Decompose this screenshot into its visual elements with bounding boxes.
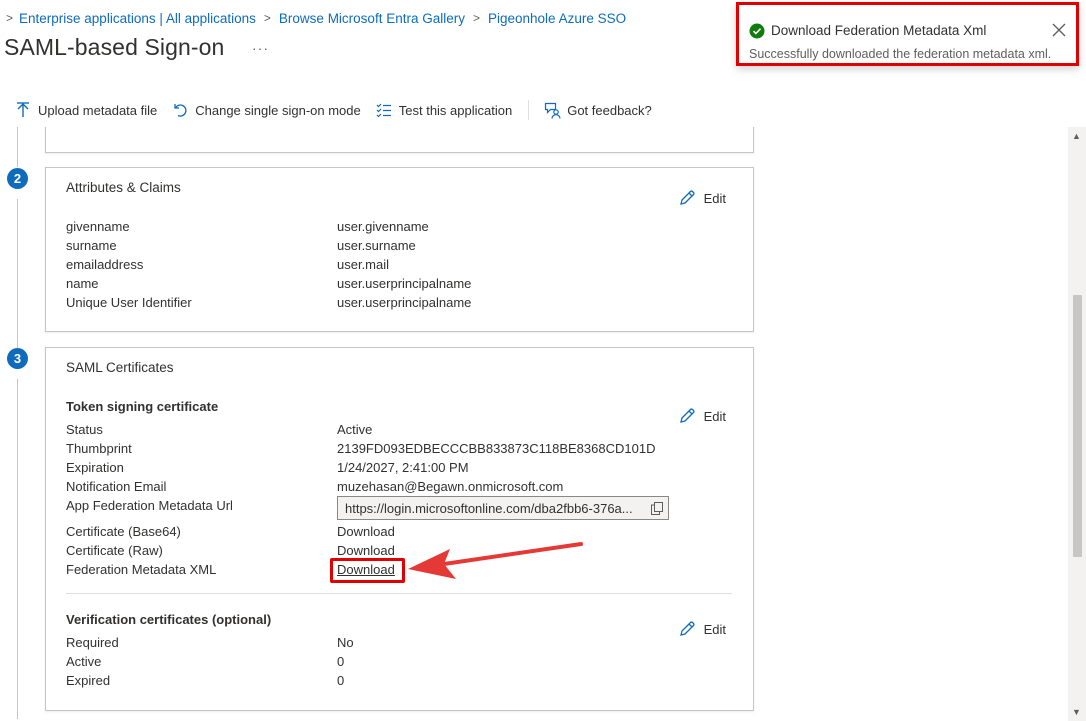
breadcrumb-app[interactable]: Pigeonhole Azure SSO — [488, 11, 626, 26]
active-label: Active — [66, 654, 102, 669]
download-highlight-box — [330, 558, 405, 583]
pencil-icon — [679, 190, 695, 205]
attributes-claims-card: Attributes & Claims Edit givenname user.… — [45, 167, 754, 332]
test-application-label: Test this application — [398, 102, 513, 118]
change-sso-mode-button[interactable]: Change single sign-on mode — [171, 101, 361, 119]
main-content: 2 Attributes & Claims Edit givenname use… — [0, 127, 1066, 721]
expiration-label: Expiration — [66, 460, 124, 475]
step-number-2: 2 — [7, 168, 28, 189]
scroll-up-icon[interactable]: ▲ — [1072, 131, 1081, 141]
upload-icon — [14, 101, 32, 119]
verification-heading: Verification certificates (optional) — [66, 612, 272, 627]
toolbar-divider — [528, 100, 530, 120]
annotation-arrow — [408, 542, 583, 579]
token-signing-edit-button[interactable]: Edit — [678, 407, 726, 425]
claim-label: givenname — [66, 219, 130, 234]
feedback-icon — [543, 101, 561, 119]
feedback-button[interactable]: Got feedback? — [543, 101, 652, 119]
expired-label: Expired — [66, 673, 111, 688]
test-application-button[interactable]: Test this application — [375, 101, 512, 119]
chevron-right-icon: > — [263, 11, 271, 25]
cert-raw-label: Certificate (Raw) — [66, 543, 163, 558]
section-divider — [66, 593, 732, 594]
expired-value: 0 — [337, 673, 345, 688]
pencil-icon — [679, 621, 695, 636]
checklist-icon — [375, 101, 393, 119]
token-signing-heading: Token signing certificate — [66, 399, 219, 414]
scrollbar-thumb[interactable] — [1073, 295, 1082, 557]
command-bar: Upload metadata file Change single sign-… — [0, 96, 666, 124]
breadcrumb-enterprise-apps[interactable]: Enterprise applications | All applicatio… — [19, 11, 256, 26]
claim-label: Unique User Identifier — [66, 295, 192, 310]
breadcrumb-entra-gallery[interactable]: Browse Microsoft Entra Gallery — [279, 11, 465, 26]
cert-raw-download-link[interactable]: Download — [337, 543, 395, 558]
required-label: Required — [66, 635, 119, 650]
vertical-scrollbar[interactable]: ▲ ▼ — [1068, 127, 1086, 721]
required-value: No — [337, 635, 354, 650]
breadcrumb: > Enterprise applications | All applicat… — [6, 8, 626, 28]
pencil-icon — [679, 408, 695, 423]
step-number-3: 3 — [7, 348, 28, 369]
federation-xml-label: Federation Metadata XML — [66, 562, 217, 577]
undo-icon — [171, 101, 189, 119]
step-connector — [17, 127, 18, 167]
verification-edit-button[interactable]: Edit — [678, 620, 726, 638]
change-sso-mode-label: Change single sign-on mode — [195, 102, 361, 118]
saml-certificates-title: SAML Certificates — [66, 360, 174, 375]
claim-value: user.mail — [337, 257, 390, 272]
metadata-url-field[interactable]: https://login.microsoftonline.com/dba2fb… — [337, 496, 669, 520]
attributes-claims-title: Attributes & Claims — [66, 180, 181, 195]
claim-value: user.userprincipalname — [337, 276, 472, 291]
feedback-label: Got feedback? — [567, 102, 652, 118]
step-connector — [17, 379, 18, 719]
claim-label: emailaddress — [66, 257, 144, 272]
close-icon[interactable] — [1051, 22, 1067, 38]
attributes-edit-label: Edit — [703, 190, 726, 206]
verification-edit-label: Edit — [703, 621, 726, 637]
status-label: Status — [66, 422, 103, 437]
upload-metadata-button[interactable]: Upload metadata file — [14, 101, 157, 119]
attributes-edit-button[interactable]: Edit — [678, 189, 726, 207]
claim-value: user.givenname — [337, 219, 429, 234]
claim-label: name — [66, 276, 99, 291]
metadata-url-value: https://login.microsoftonline.com/dba2fb… — [345, 500, 633, 516]
upload-metadata-label: Upload metadata file — [38, 102, 158, 118]
more-options-button[interactable]: ··· — [252, 40, 269, 56]
step-connector — [17, 199, 18, 349]
claim-label: surname — [66, 238, 117, 253]
expiration-value: 1/24/2027, 2:41:00 PM — [337, 460, 469, 475]
cert-base64-download-link[interactable]: Download — [337, 524, 395, 539]
thumbprint-value: 2139FD093EDBECCCBB833873C118BE8368CD101D — [337, 441, 656, 456]
token-signing-edit-label: Edit — [703, 408, 726, 424]
active-value: 0 — [337, 654, 345, 669]
notification-email-label: Notification Email — [66, 479, 167, 494]
status-value: Active — [337, 422, 373, 437]
notification-email-value: muzehasan@Begawn.onmicrosoft.com — [337, 479, 564, 494]
scroll-down-icon[interactable]: ▼ — [1072, 707, 1081, 717]
page-title: SAML-based Sign-on — [4, 34, 225, 60]
metadata-url-label: App Federation Metadata Url — [66, 498, 233, 513]
toast-message: Successfully downloaded the federation m… — [749, 47, 1052, 61]
toast-title: Download Federation Metadata Xml — [771, 23, 987, 38]
success-check-icon — [749, 23, 765, 39]
step-1-card — [45, 127, 754, 153]
copy-icon[interactable] — [646, 501, 668, 515]
claim-value: user.userprincipalname — [337, 295, 472, 310]
download-notification-toast: Download Federation Metadata Xml Success… — [736, 2, 1079, 66]
chevron-right-icon: > — [472, 11, 480, 25]
cert-base64-label: Certificate (Base64) — [66, 524, 181, 539]
chevron-right-icon: > — [6, 11, 14, 25]
thumbprint-label: Thumbprint — [66, 441, 132, 456]
saml-certificates-card: SAML Certificates Token signing certific… — [45, 347, 754, 711]
claim-value: user.surname — [337, 238, 416, 253]
